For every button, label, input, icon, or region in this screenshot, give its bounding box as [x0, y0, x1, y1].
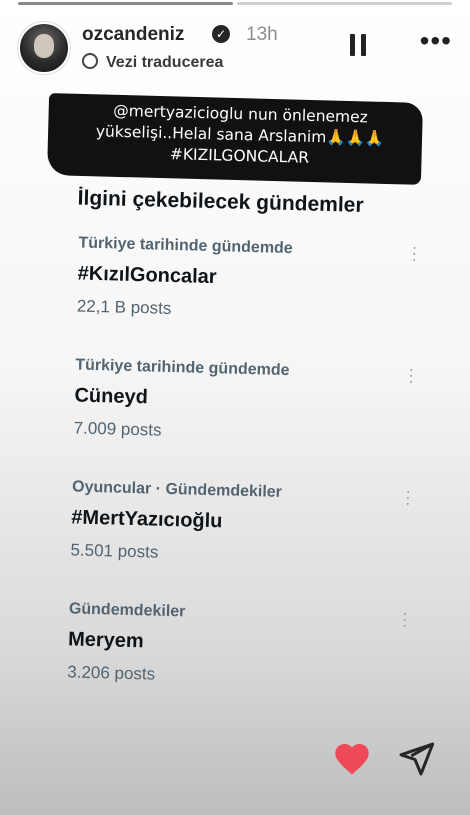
trend-name: #KızılGoncalar [77, 262, 217, 289]
trend-post-count: 5.501 posts [70, 540, 159, 562]
trend-more-icon: · · · [408, 361, 415, 391]
trend-more-icon: · · · [401, 605, 408, 635]
translate-icon [82, 53, 98, 69]
share-paper-plane-icon[interactable] [396, 739, 436, 779]
trend-name: Cüneyd [74, 384, 149, 409]
trend-name: #MertYazıcıoğlu [71, 506, 223, 533]
trend-more-icon: · · · [404, 483, 411, 513]
username[interactable]: ozcandeniz [82, 24, 184, 46]
trend-context: Gündemdekiler [68, 600, 186, 621]
trend-post-count: 3.206 posts [67, 662, 156, 684]
story-progress-bar [18, 2, 452, 5]
trend-post-count: 22,1 B posts [76, 296, 172, 318]
trends-screenshot: İlgini çekebilecek gündemler Türkiye tar… [46, 186, 420, 731]
story-caption: @mertyazicioglu nun önlenemez yükselişi.… [59, 99, 421, 171]
pause-button[interactable] [350, 34, 366, 56]
progress-segment [237, 2, 452, 5]
trend-item: Türkiye tarihinde gündemde Cüneyd 7.009 … [52, 356, 415, 487]
progress-segment [18, 2, 233, 5]
like-heart-icon[interactable] [332, 739, 372, 779]
post-time: 13h [246, 24, 278, 45]
more-options-icon[interactable]: ••• [420, 27, 452, 55]
story-header: ozcandeniz ✓ 13h Vezi traducerea ••• [18, 20, 452, 74]
translate-label: Vezi traducerea [106, 54, 224, 71]
verified-badge-icon: ✓ [212, 25, 230, 43]
trend-name: Meryem [67, 628, 145, 653]
trend-post-count: 7.009 posts [73, 418, 162, 440]
trend-more-icon: · · · [411, 239, 418, 269]
trend-context: Türkiye tarihinde gündemde [78, 234, 293, 258]
trends-title: İlgini çekebilecek gündemler [77, 186, 364, 217]
translate-link[interactable]: Vezi traducerea [82, 53, 223, 72]
trend-item: Oyuncular · Gündemdekiler #MertYazıcıoğl… [49, 478, 412, 609]
trend-item: Türkiye tarihinde gündemde #KızılGoncala… [56, 234, 419, 365]
story-actions [332, 739, 436, 779]
trend-item: Gündemdekiler Meryem 3.206 posts · · · [46, 600, 409, 731]
avatar[interactable] [18, 22, 70, 74]
